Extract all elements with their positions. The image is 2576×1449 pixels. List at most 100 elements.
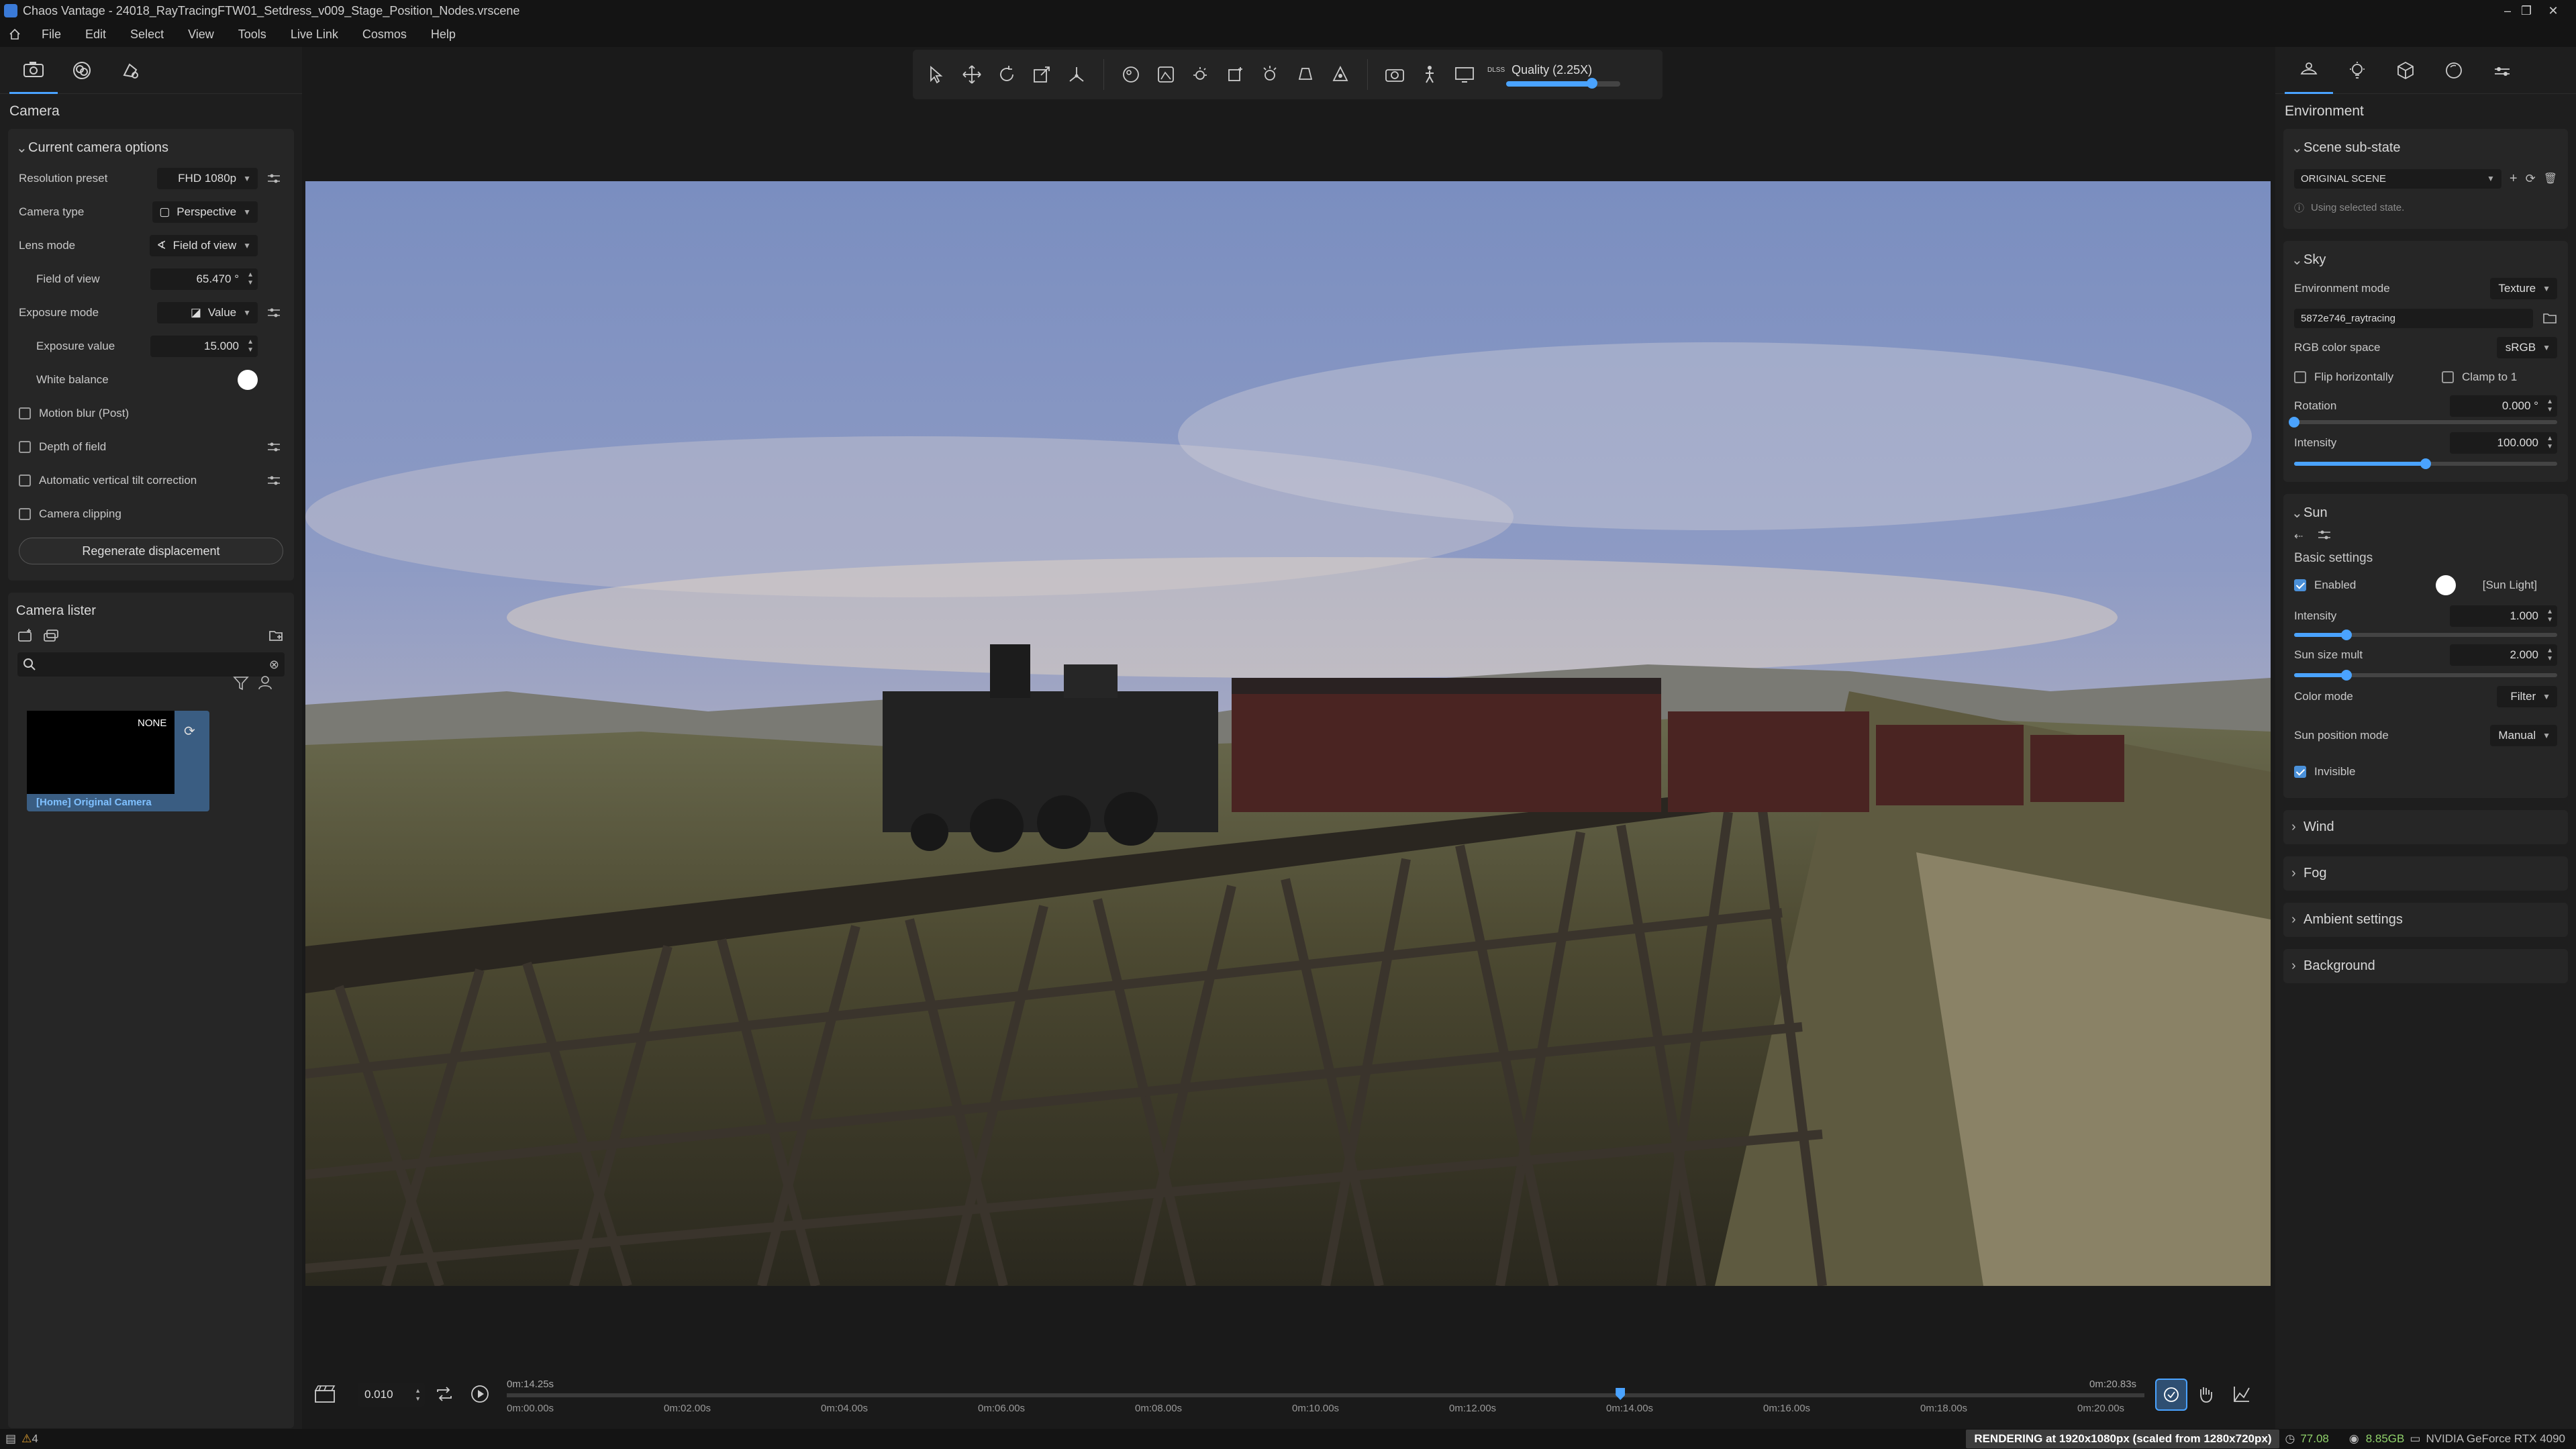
- ies-light-icon[interactable]: [1323, 57, 1358, 92]
- environment-tab-icon[interactable]: [2285, 47, 2333, 94]
- area-light-icon[interactable]: [1218, 57, 1253, 92]
- rgb-color-space-dropdown[interactable]: sRGB ▼: [2497, 337, 2557, 358]
- camera-clipping-row[interactable]: Camera clipping: [8, 497, 294, 531]
- walk-mode-icon[interactable]: [1412, 57, 1447, 92]
- clapper-icon[interactable]: [313, 1384, 336, 1404]
- camera-group-icon[interactable]: [43, 628, 59, 643]
- snapshot-camera-icon[interactable]: [1377, 57, 1412, 92]
- settings-sliders-icon[interactable]: [264, 169, 283, 188]
- camera-tab-icon[interactable]: [9, 47, 58, 94]
- post-effects-tab-icon[interactable]: [106, 47, 154, 94]
- sun-size-input[interactable]: 2.000 ▲ ▼: [2450, 644, 2557, 666]
- sun-light-link[interactable]: [Sun Light]: [2483, 579, 2537, 592]
- resolution-preset-dropdown[interactable]: FHD 1080p ▼: [157, 168, 258, 189]
- menu-tools[interactable]: Tools: [226, 28, 279, 42]
- section-header[interactable]: ⌄ Sky: [2283, 246, 2568, 274]
- refresh-icon[interactable]: ⟳: [184, 723, 195, 740]
- white-balance-swatch[interactable]: [238, 370, 258, 390]
- section-header[interactable]: ⌄ Sun: [2283, 499, 2568, 527]
- add-camera-icon[interactable]: [17, 628, 34, 643]
- refresh-icon[interactable]: ⟳: [2526, 172, 2536, 186]
- lens-mode-dropdown[interactable]: ∢ Field of view ▼: [150, 235, 258, 256]
- sun-settings-icon[interactable]: [2318, 530, 2331, 543]
- exposure-mode-dropdown[interactable]: ◪ Value ▼: [157, 302, 258, 323]
- settings-sliders-icon[interactable]: [264, 303, 283, 322]
- vertical-tilt-checkbox[interactable]: [19, 474, 31, 487]
- texture-field[interactable]: 5872e746_raytracing: [2294, 308, 2533, 328]
- motion-blur-row[interactable]: Motion blur (Post): [8, 397, 294, 430]
- sun-intensity-input[interactable]: 1.000 ▲ ▼: [2450, 605, 2557, 627]
- timeline-playhead[interactable]: [1616, 1388, 1626, 1400]
- field-of-view-input[interactable]: 65.470 ° ▲ ▼: [150, 268, 258, 290]
- render-viewport[interactable]: [305, 181, 2271, 1286]
- settings-sliders-icon[interactable]: [264, 471, 283, 490]
- graph-editor-icon[interactable]: [2232, 1384, 2252, 1404]
- close-window-button[interactable]: ✕: [2530, 0, 2576, 21]
- move-tool-icon[interactable]: [954, 57, 989, 92]
- timeline-track[interactable]: [507, 1388, 2144, 1400]
- home-icon[interactable]: [0, 21, 30, 47]
- menu-file[interactable]: File: [30, 28, 73, 42]
- menu-cosmos[interactable]: Cosmos: [350, 28, 419, 42]
- quality-slider[interactable]: [1506, 77, 1620, 89]
- ambient-settings-section[interactable]: › Ambient settings: [2283, 903, 2568, 937]
- trash-icon[interactable]: 🗑: [2544, 172, 2557, 185]
- sun-direction-icon[interactable]: ⇠: [2294, 530, 2303, 543]
- animation-mode-icon[interactable]: [2155, 1379, 2187, 1411]
- clear-search-icon[interactable]: ⊗: [269, 658, 279, 672]
- menu-edit[interactable]: Edit: [73, 28, 118, 42]
- display-mode-icon[interactable]: [1447, 57, 1482, 92]
- frame-input[interactable]: 0.010 ▲ ▼: [358, 1383, 425, 1407]
- objects-tab-icon[interactable]: [2381, 47, 2430, 94]
- pivot-tool-icon[interactable]: [1059, 57, 1094, 92]
- camera-type-dropdown[interactable]: ▢ Perspective ▼: [152, 201, 258, 223]
- select-tool-icon[interactable]: [920, 57, 954, 92]
- material-picker-icon[interactable]: [1113, 57, 1148, 92]
- log-icon[interactable]: ▤: [5, 1432, 16, 1446]
- motion-blur-checkbox[interactable]: [19, 407, 31, 419]
- spot-light-icon[interactable]: [1288, 57, 1323, 92]
- wind-section[interactable]: › Wind: [2283, 810, 2568, 844]
- materials-tab-icon[interactable]: [2430, 47, 2478, 94]
- section-header[interactable]: ⌄ Scene sub-state: [2283, 134, 2568, 162]
- background-section[interactable]: › Background: [2283, 949, 2568, 983]
- light-add-icon[interactable]: [1183, 57, 1218, 92]
- flip-horizontally-checkbox[interactable]: [2294, 371, 2306, 383]
- new-folder-icon[interactable]: [268, 628, 285, 643]
- menu-view[interactable]: View: [176, 28, 226, 42]
- render-settings-tab-icon[interactable]: [2478, 47, 2526, 94]
- lens-effects-tab-icon[interactable]: [58, 47, 106, 94]
- pan-hand-icon[interactable]: [2195, 1384, 2216, 1404]
- environment-mode-dropdown[interactable]: Texture ▼: [2490, 278, 2557, 299]
- invisible-checkbox[interactable]: [2294, 766, 2306, 778]
- depth-of-field-row[interactable]: Depth of field: [8, 430, 294, 464]
- camera-search-input[interactable]: ⊗: [17, 652, 285, 677]
- exposure-value-input[interactable]: 15.000 ▲ ▼: [150, 336, 258, 357]
- filter-icon[interactable]: [233, 674, 252, 692]
- user-filter-icon[interactable]: [257, 674, 276, 692]
- add-icon[interactable]: +: [2510, 171, 2518, 187]
- menu-live-link[interactable]: Live Link: [279, 28, 350, 42]
- sky-intensity-slider[interactable]: [2294, 458, 2557, 469]
- warning-icon[interactable]: ⚠: [21, 1432, 32, 1446]
- sphere-light-icon[interactable]: [1253, 57, 1288, 92]
- menu-help[interactable]: Help: [419, 28, 468, 42]
- sun-enabled-checkbox[interactable]: [2294, 579, 2306, 591]
- lights-tab-icon[interactable]: [2333, 47, 2381, 94]
- play-icon[interactable]: [470, 1384, 490, 1404]
- sun-position-mode-dropdown[interactable]: Manual ▼: [2490, 725, 2557, 746]
- regenerate-displacement-button[interactable]: Regenerate displacement: [19, 538, 283, 564]
- folder-icon[interactable]: [2542, 312, 2557, 324]
- section-header[interactable]: ⌄ Current camera options: [8, 134, 294, 162]
- sun-color-swatch[interactable]: [2435, 575, 2456, 595]
- sky-intensity-input[interactable]: 100.000 ▲ ▼: [2450, 432, 2557, 454]
- camera-clipping-checkbox[interactable]: [19, 508, 31, 520]
- scatter-tool-icon[interactable]: [1148, 57, 1183, 92]
- quality-slider-knob[interactable]: [1586, 77, 1597, 89]
- rotation-input[interactable]: 0.000 ° ▲ ▼: [2450, 395, 2557, 417]
- menu-select[interactable]: Select: [118, 28, 176, 42]
- vertical-tilt-row[interactable]: Automatic vertical tilt correction: [8, 464, 294, 497]
- scene-substate-dropdown[interactable]: ORIGINAL SCENE ▼: [2294, 168, 2501, 189]
- camera-thumbnail-card[interactable]: NONE ⟳ [Home] Original Camera: [27, 711, 209, 811]
- rotate-tool-icon[interactable]: [989, 57, 1024, 92]
